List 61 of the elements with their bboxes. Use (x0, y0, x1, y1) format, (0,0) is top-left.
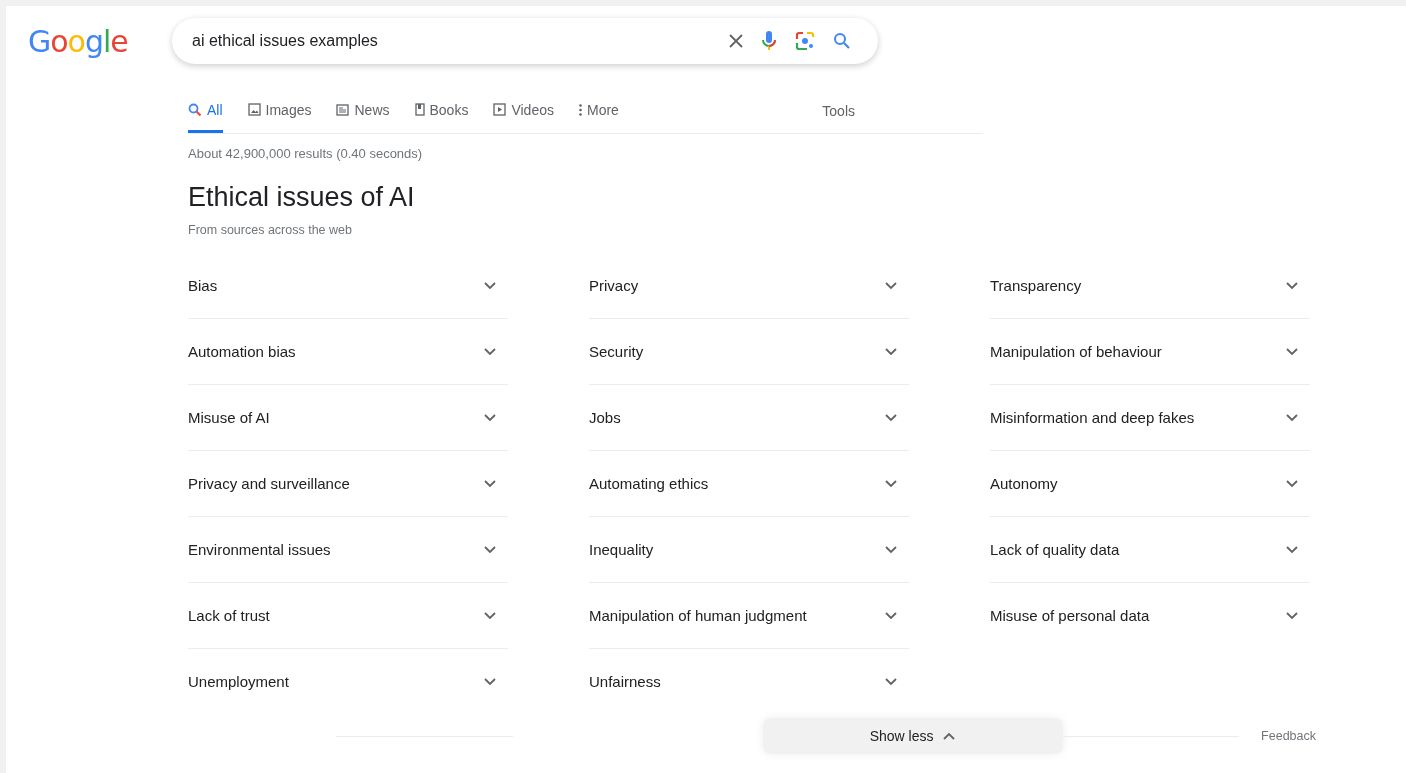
result-stats: About 42,900,000 results (0.40 seconds) (188, 146, 424, 161)
tab[interactable]: All (188, 89, 223, 133)
chevron-down-icon (1286, 479, 1298, 488)
accordion-item[interactable]: Unfairness (589, 649, 909, 715)
tab[interactable]: More (579, 89, 619, 133)
accordion-item[interactable]: Manipulation of human judgment (589, 583, 909, 649)
search-icon (188, 102, 202, 117)
chevron-up-icon (943, 732, 956, 740)
chevron-down-icon (885, 677, 897, 686)
accordion-item[interactable]: Misinformation and deep fakes (990, 385, 1310, 451)
chevron-down-icon (885, 347, 897, 356)
tab[interactable]: Videos (493, 89, 554, 133)
chevron-down-icon (1286, 545, 1298, 554)
accordion-item[interactable]: Autonomy (990, 451, 1310, 517)
book-icon (414, 103, 425, 116)
play-icon (493, 103, 507, 116)
accordion-item[interactable]: Automating ethics (589, 451, 909, 517)
accordion-item[interactable]: Lack of quality data (990, 517, 1310, 583)
chevron-down-icon (484, 347, 496, 356)
accordion-item[interactable]: Jobs (589, 385, 909, 451)
chevron-down-icon (885, 281, 897, 290)
chevron-down-icon (484, 281, 496, 290)
chevron-down-icon (1286, 611, 1298, 620)
chevron-down-icon (484, 545, 496, 554)
google-logo[interactable]: Google (6, 23, 172, 59)
chevron-down-icon (1286, 413, 1298, 422)
accordion-item[interactable]: Bias (188, 253, 508, 319)
chevron-down-icon (1286, 281, 1298, 290)
chevron-down-icon (885, 413, 897, 422)
image-icon (247, 103, 261, 116)
accordion-item[interactable]: Unemployment (188, 649, 508, 715)
chevron-down-icon (1286, 347, 1298, 356)
chevron-down-icon (885, 479, 897, 488)
more-icon (579, 103, 582, 116)
accordion-item[interactable]: Security (589, 319, 909, 385)
accordion-item[interactable]: Misuse of AI (188, 385, 508, 451)
chevron-down-icon (484, 677, 496, 686)
accordion-item[interactable]: Lack of trust (188, 583, 508, 649)
chevron-down-icon (484, 413, 496, 422)
accordion-item[interactable]: Inequality (589, 517, 909, 583)
accordion-item[interactable]: Privacy and surveillance (188, 451, 508, 517)
chevron-down-icon (885, 545, 897, 554)
chevron-down-icon (885, 611, 897, 620)
accordion-item[interactable]: Manipulation of behaviour (990, 319, 1310, 385)
feedback-link[interactable]: Feedback (1261, 729, 1316, 743)
tab[interactable]: Images (247, 89, 312, 133)
tab[interactable]: News (336, 89, 390, 133)
panel-subtitle: From sources across the web (188, 223, 353, 237)
panel-title: Ethical issues of AI (188, 182, 416, 213)
accordion-item[interactable]: Transparency (990, 253, 1310, 319)
accordion-item[interactable]: Automation bias (188, 319, 508, 385)
accordion-item[interactable]: Environmental issues (188, 517, 508, 583)
accordion-item[interactable]: Misuse of personal data (990, 583, 1310, 649)
chevron-down-icon (484, 611, 496, 620)
search-field[interactable]: ai ethical issues examples (190, 31, 720, 51)
newspaper-icon (336, 103, 350, 116)
tab[interactable]: Books (414, 89, 469, 133)
chevron-down-icon (484, 479, 496, 488)
show-less-button[interactable]: Show less (762, 718, 1063, 754)
tools-button[interactable]: Tools (816, 102, 861, 120)
accordion-item[interactable]: Privacy (589, 253, 909, 319)
